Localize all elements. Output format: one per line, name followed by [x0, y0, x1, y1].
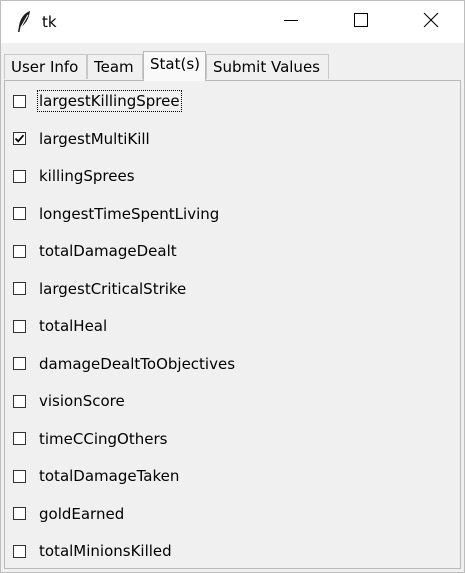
notebook-tabs: User Info Team Stat(s) Submit Values	[4, 51, 461, 81]
stat-checkbox-longestTimeSpentLiving[interactable]: longestTimeSpentLiving	[13, 202, 220, 226]
close-button[interactable]	[396, 1, 465, 43]
checkbox-box[interactable]	[13, 282, 26, 295]
window-title: tk	[42, 13, 57, 31]
checkbox-label: longestTimeSpentLiving	[39, 204, 220, 223]
stat-checkbox-largestMultiKill[interactable]: largestMultiKill	[13, 127, 151, 151]
checkbox-box[interactable]	[13, 319, 26, 333]
checkbox-box[interactable]	[13, 507, 26, 520]
stat-checkbox-totalDamageTaken[interactable]: totalDamageTaken	[13, 464, 180, 488]
checkbox-label: timeCCingOthers	[39, 429, 168, 448]
app-window: tk User Info Team Stat(s) Submit Values …	[0, 0, 465, 573]
checkbox-box[interactable]	[13, 357, 26, 370]
stat-checkbox-damageDealtToObjectives[interactable]: damageDealtToObjectives	[13, 352, 236, 376]
checkbox-label: killingSprees	[39, 167, 135, 185]
checkbox-box[interactable]	[13, 244, 26, 258]
checkbox-box[interactable]	[13, 544, 26, 558]
feather-icon	[15, 10, 33, 34]
checkmark-icon	[14, 134, 25, 143]
stat-checkbox-visionScore[interactable]: visionScore	[13, 389, 126, 413]
stat-checkbox-totalMinionsKilled[interactable]: totalMinionsKilled	[13, 539, 173, 563]
stat-checkbox-goldEarned[interactable]: goldEarned	[13, 502, 125, 526]
checkbox-box[interactable]	[13, 432, 26, 445]
stat-checkbox-largestKillingSpree[interactable]: largestKillingSpree	[13, 89, 182, 113]
checkbox-label: largestMultiKill	[39, 129, 150, 148]
checkbox-label: totalDamageDealt	[39, 242, 177, 260]
checkbox-label: visionScore	[39, 392, 125, 410]
checkbox-box[interactable]	[13, 207, 26, 220]
tab-submit-values[interactable]: Submit Values	[206, 54, 329, 79]
checkbox-box[interactable]	[13, 169, 26, 183]
checkbox-label: damageDealtToObjectives	[39, 354, 236, 373]
stats-panel: largestKillingSpree largestMultiKill killi…	[4, 80, 461, 569]
stat-checkbox-killingSprees[interactable]: killingSprees	[13, 164, 136, 188]
tab-stats[interactable]: Stat(s)	[143, 51, 206, 81]
checkbox-box[interactable]	[13, 132, 26, 145]
checkbox-box[interactable]	[13, 469, 26, 483]
stat-checkbox-totalDamageDealt[interactable]: totalDamageDealt	[13, 239, 178, 263]
stat-checkbox-largestCriticalStrike[interactable]: largestCriticalStrike	[13, 277, 187, 301]
checkbox-label: largestKillingSpree	[37, 90, 182, 112]
stat-checkbox-totalHeal[interactable]: totalHeal	[13, 314, 108, 338]
checkbox-label: totalMinionsKilled	[39, 542, 172, 560]
tab-user-info[interactable]: User Info	[4, 54, 87, 79]
checkbox-box[interactable]	[13, 394, 26, 408]
minimize-button[interactable]	[256, 1, 326, 43]
tab-team[interactable]: Team	[87, 54, 143, 79]
checkbox-label: goldEarned	[39, 504, 125, 523]
checkbox-label: totalHeal	[39, 317, 108, 335]
maximize-button[interactable]	[326, 1, 396, 43]
title-bar[interactable]: tk	[1, 1, 464, 43]
stat-checkbox-timeCCingOthers[interactable]: timeCCingOthers	[13, 427, 168, 451]
checkbox-box[interactable]	[13, 94, 26, 108]
close-icon	[423, 12, 439, 32]
minimize-icon	[283, 12, 299, 32]
checkbox-label: largestCriticalStrike	[39, 279, 187, 298]
checkbox-label: totalDamageTaken	[39, 467, 180, 485]
maximize-icon	[353, 12, 369, 32]
